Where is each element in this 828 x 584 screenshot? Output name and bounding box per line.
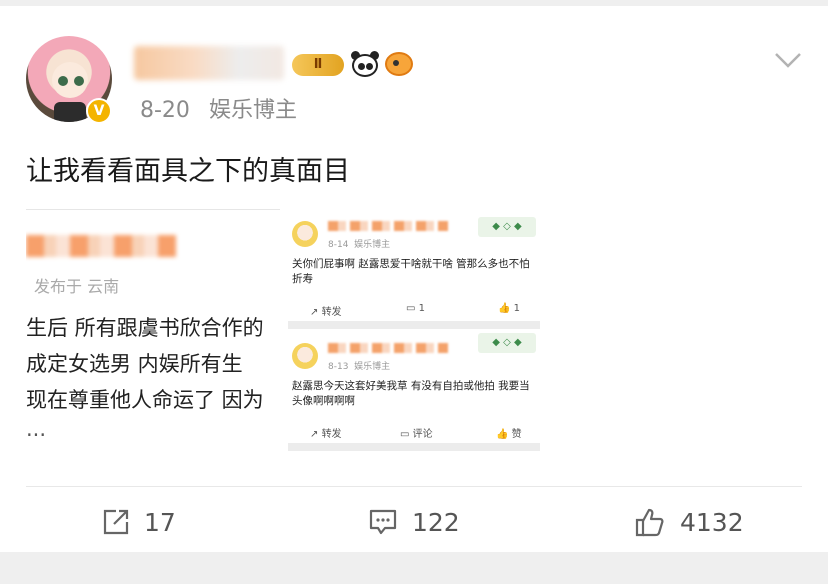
avatar-collar	[54, 102, 86, 122]
mini-divider	[288, 321, 540, 329]
mini-post-text: 赵露思今天这套好美我草 有没有自拍或他拍 我要当头像啊啊啊啊	[292, 380, 530, 407]
mini-avatar	[292, 343, 318, 369]
mini-comment: ▭ 1	[406, 303, 426, 314]
mini-comment: ▭ 评论	[400, 429, 433, 440]
repost-line: 现在尊重他人命运了 因为	[26, 388, 264, 412]
repost-line: 生后 所有跟虞书欣合作的	[26, 316, 264, 340]
attached-screenshot-image[interactable]: 8-14 娱乐博主 ◆ ◇ ◆ 关你们屁事啊 赵露思爱干啥就干啥 管那么多也不怕…	[288, 209, 540, 459]
mini-source: 娱乐博主	[354, 362, 391, 372]
mini-divider	[288, 443, 540, 451]
comment-icon	[369, 509, 397, 535]
repost-preview[interactable]: 发布于 云南 生后 所有跟虞书欣合作的 成定女选男 内娱所有生 现在尊重他人命运…	[26, 209, 280, 449]
repost-meta: 发布于 云南	[34, 277, 120, 296]
verified-badge-icon: V	[86, 98, 112, 124]
mini-repost: ↗ 转发	[310, 307, 342, 318]
level-badge: Ⅱ	[292, 54, 344, 76]
repost-line: 成定女选男 内娱所有生	[26, 352, 243, 376]
post-text: 让我看看面具之下的真面目	[26, 156, 350, 187]
post-date: 8-20	[140, 98, 190, 123]
repost-button[interactable]: 17	[102, 504, 176, 540]
thumbs-up-icon	[635, 508, 664, 537]
mini-source: 娱乐博主	[354, 240, 391, 250]
mini-avatar	[292, 221, 318, 247]
mini-date: 8-14	[328, 240, 349, 250]
fish-icon	[385, 52, 413, 76]
mini-username-redacted	[328, 221, 448, 231]
mini-logo: ◆ ◇ ◆	[478, 217, 536, 237]
avatar-eye-right	[74, 76, 84, 86]
mini-meta: 8-14 娱乐博主	[328, 237, 390, 250]
like-count: 4132	[680, 507, 744, 537]
post-meta: 8-20 娱乐博主	[140, 92, 309, 124]
divider	[26, 209, 280, 210]
comment-count: 122	[412, 507, 460, 537]
mini-date: 8-13	[328, 362, 349, 372]
mini-username-redacted	[328, 343, 448, 353]
mini-logo: ◆ ◇ ◆	[478, 333, 536, 353]
avatar-eye-left	[58, 76, 68, 86]
repost-username-redacted	[26, 235, 176, 257]
repost-count: 17	[144, 507, 176, 537]
panda-icon	[350, 51, 380, 79]
mini-post-text: 关你们屁事啊 赵露思爱干啥就干啥 管那么多也不怕折寿	[292, 258, 530, 285]
comment-button[interactable]: 122	[368, 504, 460, 540]
mini-meta: 8-13 娱乐博主	[328, 359, 390, 372]
weibo-post-card: V Ⅱ 8-20 娱乐博主 让我看看面具之下的真面目 发布于 云南 生后 所有跟…	[0, 6, 828, 552]
mini-like: 👍 赞	[496, 429, 522, 440]
divider	[26, 486, 802, 487]
repost-ellipsis: ...	[26, 417, 47, 441]
chevron-down-icon[interactable]	[774, 46, 802, 74]
mini-like: 👍 1	[498, 303, 521, 314]
repost-icon	[103, 509, 129, 535]
username-redacted[interactable]	[134, 46, 284, 80]
post-source: 娱乐博主	[208, 98, 297, 123]
like-button[interactable]: 4132	[634, 504, 744, 540]
mini-repost: ↗ 转发	[310, 429, 342, 440]
